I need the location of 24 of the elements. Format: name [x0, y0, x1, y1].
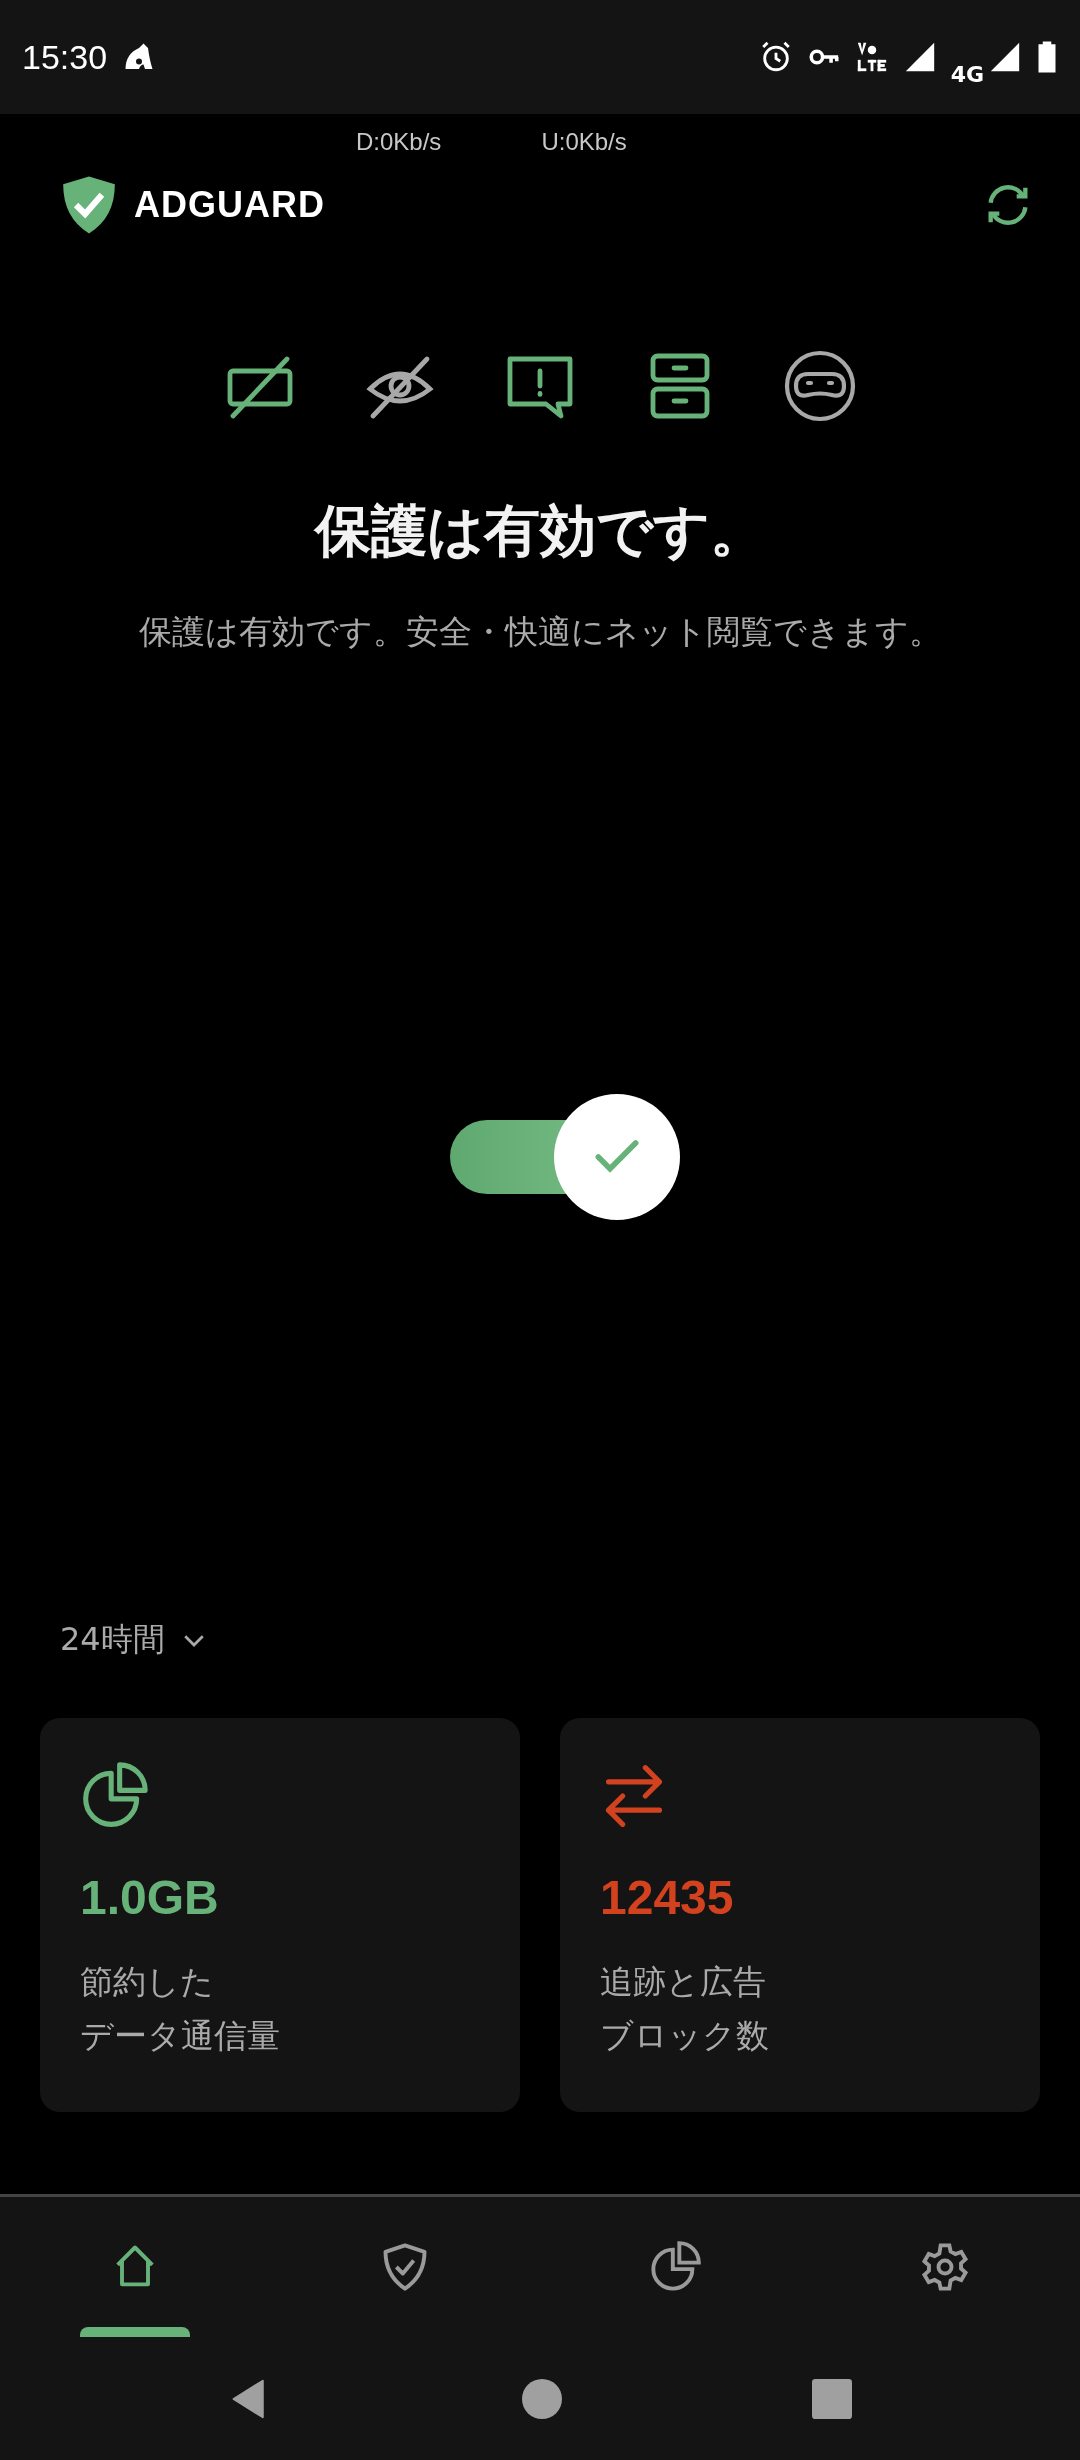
network-type: 4G — [950, 61, 984, 87]
stat-value: 12435 — [600, 1870, 735, 1925]
stat-label: 節約した — [80, 1961, 214, 2003]
recents-icon[interactable] — [812, 2378, 852, 2419]
protection-toggle[interactable] — [450, 1093, 680, 1220]
stat-card[interactable]: 12435 追跡と広告 ブロック数 — [560, 1718, 1040, 2112]
home-button-icon[interactable] — [522, 2378, 562, 2419]
signal-icon — [988, 40, 1022, 74]
stat-label: データ通信量 — [80, 2015, 280, 2057]
status-title: 保護は有効です。 — [312, 497, 767, 565]
stat-value: 1.0GB — [80, 1870, 220, 1925]
stat-label: ブロック数 — [600, 2015, 769, 2057]
stat-card[interactable]: 1.0GB 節約した データ通信量 — [40, 1718, 520, 2112]
settings-icon — [919, 2241, 971, 2293]
download-speed: D:0Kb/s — [356, 128, 442, 156]
pie-chart-icon — [649, 2241, 701, 2293]
clock-time: 15:30 — [22, 37, 108, 77]
status-description: 保護は有効です。安全・快適にネット閲覧できます。 — [137, 611, 943, 653]
ninja-mask-icon[interactable] — [784, 350, 856, 422]
stat-label: 追跡と広告 — [600, 1961, 766, 2003]
period-dropdown[interactable]: 24時間 — [0, 1618, 209, 1662]
battery-icon — [1036, 40, 1058, 74]
upload-speed: U:0Kb/s — [541, 128, 627, 156]
brand-name: ADGUARD — [134, 184, 325, 226]
